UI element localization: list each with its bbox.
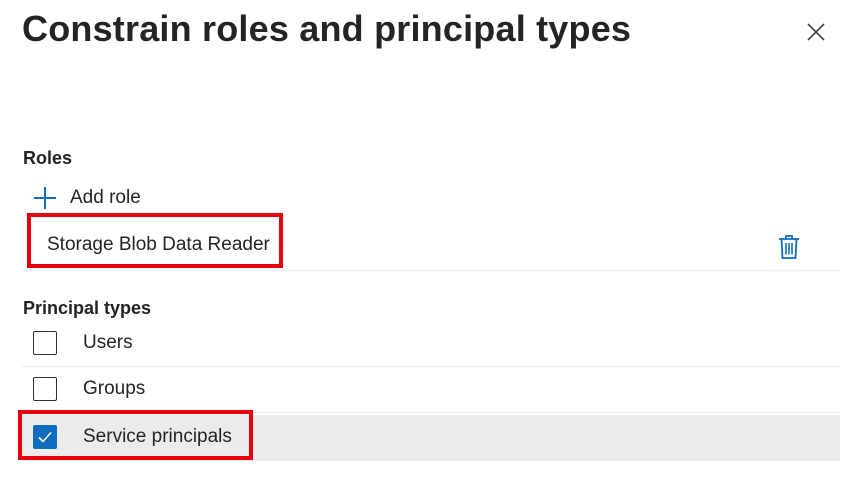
groups-checkbox[interactable]: [33, 377, 57, 401]
add-role-label: Add role: [70, 187, 141, 208]
principal-option-label: Users: [83, 332, 133, 353]
users-checkbox[interactable]: [33, 331, 57, 355]
constrain-roles-panel: Constrain roles and principal types Role…: [0, 0, 861, 500]
close-icon: [807, 23, 825, 41]
principal-option-label: Groups: [83, 378, 146, 399]
close-button[interactable]: [800, 16, 832, 48]
highlight-role: [27, 213, 283, 268]
add-role-button[interactable]: Add role: [32, 184, 141, 212]
roles-label: Roles: [23, 148, 73, 168]
plus-icon: [34, 187, 56, 209]
principal-option-users[interactable]: Users: [22, 321, 840, 367]
panel-title: Constrain roles and principal types: [22, 8, 632, 49]
trash-icon[interactable]: [778, 234, 800, 260]
principal-option-groups[interactable]: Groups: [22, 367, 840, 413]
principal-types-label: Principal types: [23, 298, 152, 318]
highlight-service-principals: [18, 410, 253, 460]
